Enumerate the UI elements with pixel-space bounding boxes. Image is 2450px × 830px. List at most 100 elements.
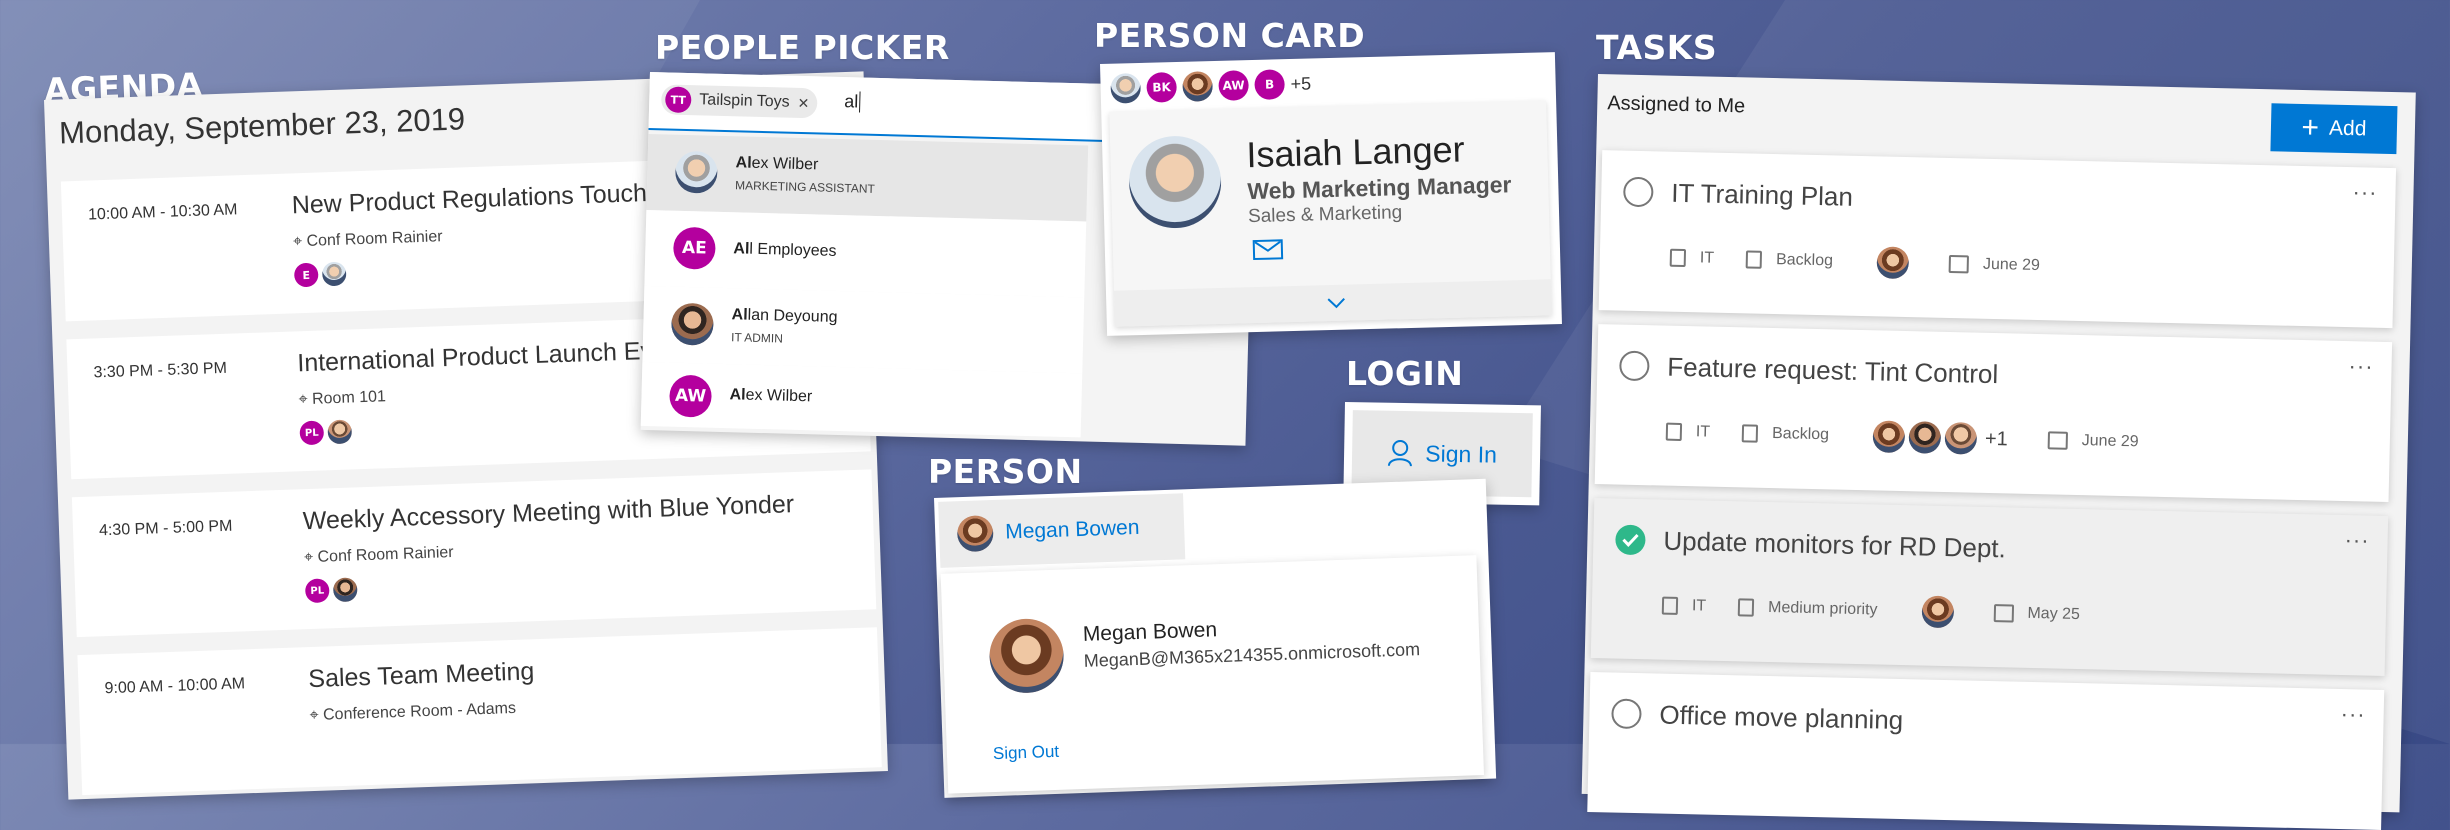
- picker-result[interactable]: Allan Deyoung IT ADMIN: [642, 285, 1085, 374]
- attendee-photo[interactable]: [327, 419, 353, 445]
- task-bucket: Backlog: [1775, 251, 1834, 270]
- attendee-avatar[interactable]: PL: [299, 420, 325, 446]
- calendar-icon: [1948, 255, 1970, 274]
- task-assignee-photo[interactable]: [1872, 420, 1906, 454]
- group-member-photo[interactable]: [1110, 72, 1142, 104]
- plan-icon: [1665, 422, 1683, 441]
- login-section-title: LOGIN: [1346, 354, 1464, 393]
- result-match: Al: [733, 240, 750, 258]
- location-pin-icon: ⌖: [303, 548, 318, 567]
- result-photo: [674, 150, 718, 194]
- person-card-panel: BK AW B +5 Isaiah Langer Web Marketing M…: [1100, 52, 1562, 336]
- group-member-avatar[interactable]: B: [1254, 69, 1285, 100]
- bucket-icon: [1741, 424, 1759, 443]
- task-more-menu[interactable]: ···: [2352, 179, 2378, 206]
- event-title: Weekly Accessory Meeting with Blue Yonde…: [302, 490, 795, 536]
- chip-remove-icon[interactable]: ✕: [797, 94, 809, 111]
- people-picker-section-title: PEOPLE PICKER: [655, 28, 950, 67]
- attendee-photo[interactable]: [332, 577, 358, 603]
- location-pin-icon: ⌖: [298, 390, 313, 409]
- person-card-title: Web Marketing Manager: [1247, 171, 1512, 205]
- event-location: ⌖ Room 101: [298, 388, 386, 409]
- task-assignee-photo[interactable]: [1921, 595, 1954, 629]
- person-display-name: Megan Bowen: [1082, 618, 1218, 646]
- chip-avatar: TT: [664, 86, 692, 114]
- task-title: Office move planning: [1659, 699, 1904, 736]
- attendee-avatar[interactable]: E: [293, 262, 319, 288]
- event-attendees[interactable]: PL: [299, 419, 353, 446]
- person-card-expand-bar[interactable]: [1113, 279, 1552, 327]
- task-group: IT: [1695, 423, 1711, 441]
- task-card[interactable]: Office move planning ···: [1587, 671, 2385, 830]
- calendar-icon: [1993, 604, 2014, 623]
- task-complete-toggle[interactable]: [1611, 698, 1642, 730]
- task-complete-toggle[interactable]: [1622, 176, 1654, 208]
- mail-icon[interactable]: [1252, 239, 1284, 261]
- event-time: 9:00 AM - 10:00 AM: [104, 675, 246, 698]
- person-panel: Megan Bowen Megan Bowen MeganB@M365x2143…: [934, 478, 1497, 798]
- event-time: 4:30 PM - 5:00 PM: [98, 517, 233, 540]
- group-member-avatar[interactable]: AW: [1218, 70, 1249, 101]
- person-header-name: Megan Bowen: [1004, 515, 1140, 544]
- task-title: Update monitors for RD Dept.: [1663, 525, 2007, 564]
- task-more-menu[interactable]: ···: [2344, 527, 2370, 554]
- add-task-label: Add: [2328, 116, 2367, 141]
- attendee-photo[interactable]: [321, 261, 347, 287]
- result-avatar: AE: [672, 226, 716, 270]
- picker-selected-chip[interactable]: TT Tailspin Toys ✕: [660, 84, 818, 119]
- group-member-avatar[interactable]: BK: [1146, 72, 1178, 103]
- result-name: l Employees: [749, 240, 837, 260]
- task-card[interactable]: IT Training Plan ··· IT Backlog June 29: [1598, 150, 2397, 329]
- picker-search-input[interactable]: al: [844, 91, 861, 113]
- event-location-text: Room 101: [311, 388, 387, 408]
- task-bucket: Medium priority: [1767, 598, 1878, 619]
- task-card[interactable]: Update monitors for RD Dept. ··· IT Medi…: [1590, 498, 2389, 676]
- task-completed-check-icon[interactable]: [1615, 524, 1646, 556]
- tasks-panel: Assigned to Me + Add IT Training Plan ··…: [1581, 74, 2416, 830]
- picker-result[interactable]: Alex Wilber MARKETING ASSISTANT: [646, 133, 1089, 222]
- person-card-body: Isaiah Langer Web Marketing Manager Sale…: [1109, 100, 1552, 327]
- task-group: IT: [1699, 249, 1715, 267]
- result-subtitle: IT ADMIN: [730, 330, 784, 346]
- person-icon: [1388, 439, 1413, 467]
- person-section-title: PERSON: [928, 452, 1083, 491]
- agenda-event[interactable]: 9:00 AM - 10:00 AM Sales Team Meeting ⌖ …: [77, 627, 882, 796]
- add-task-button[interactable]: + Add: [2270, 103, 2398, 155]
- task-more-menu[interactable]: ···: [2348, 353, 2374, 380]
- group-member-photo[interactable]: [1182, 71, 1214, 102]
- task-more-menu[interactable]: ···: [2340, 701, 2366, 728]
- task-card[interactable]: Feature request: Tint Control ··· IT Bac…: [1594, 324, 2393, 503]
- tasks-section-title: TASKS: [1596, 28, 1718, 67]
- event-title: Sales Team Meeting: [307, 657, 535, 694]
- task-assignee-photo[interactable]: [1876, 246, 1910, 280]
- task-assignee-photo[interactable]: [1944, 421, 1978, 455]
- event-location-text: Conf Room Rainier: [317, 543, 454, 566]
- attendee-avatar[interactable]: PL: [304, 578, 330, 604]
- group-more-count[interactable]: +5: [1290, 73, 1311, 95]
- sign-out-link[interactable]: Sign Out: [993, 742, 1060, 764]
- picker-result[interactable]: AE All Employees: [644, 209, 1087, 298]
- event-attendees[interactable]: E: [293, 261, 347, 288]
- person-card-name: Isaiah Langer: [1245, 128, 1466, 176]
- result-name: lan Deyoung: [747, 306, 838, 326]
- result-avatar: AW: [668, 374, 713, 418]
- location-pin-icon: ⌖: [309, 706, 324, 725]
- event-title: New Product Regulations Touchpoint: [291, 177, 702, 220]
- task-due-date: May 25: [2027, 604, 2081, 624]
- person-card-avatar-row[interactable]: BK AW B +5: [1110, 68, 1311, 104]
- person-header-button[interactable]: Megan Bowen: [938, 493, 1186, 568]
- picker-result[interactable]: AW Alex Wilber: [640, 361, 1083, 438]
- bucket-icon: [1745, 250, 1763, 269]
- chevron-down-icon[interactable]: [1326, 297, 1346, 310]
- result-photo: [670, 302, 714, 346]
- event-attendees[interactable]: PL: [304, 577, 358, 604]
- task-assignee-photo[interactable]: [1908, 421, 1942, 454]
- task-complete-toggle[interactable]: [1619, 350, 1650, 382]
- event-title: International Product Launch Event: [296, 335, 689, 378]
- plus-icon: +: [2301, 110, 2320, 145]
- tasks-header: Assigned to Me: [1607, 92, 1746, 118]
- agenda-event[interactable]: 4:30 PM - 5:00 PM Weekly Accessory Meeti…: [71, 469, 877, 638]
- task-assignee-more[interactable]: +1: [1985, 427, 2008, 451]
- result-subtitle: MARKETING ASSISTANT: [734, 178, 876, 196]
- plan-icon: [1669, 248, 1687, 268]
